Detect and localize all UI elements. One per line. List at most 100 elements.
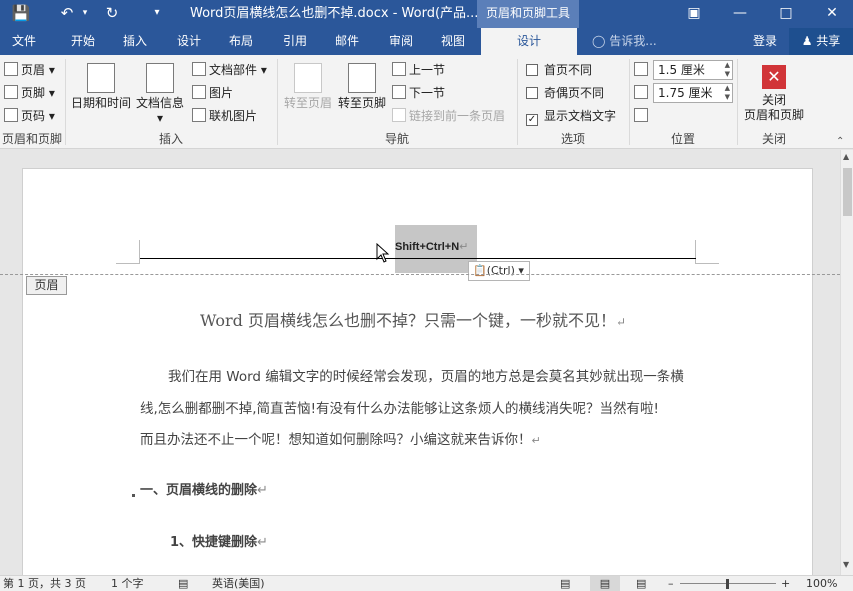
spin-arrows-icon[interactable]: ▲ ▼ [725, 84, 730, 102]
header-dropdown[interactable]: 页眉 ▾ [4, 59, 55, 81]
goto-footer-button[interactable]: 转至页脚 [336, 63, 388, 111]
share-button[interactable]: ♟ 共享 [789, 28, 853, 55]
web-layout-icon[interactable]: ▤ [636, 576, 646, 591]
group-label-options: 选项 [560, 132, 585, 146]
tab-review[interactable]: 审阅 [376, 28, 426, 55]
minimize-button[interactable]: — [717, 0, 763, 28]
paragraph-line[interactable]: 我们在用 Word 编辑文字的时候经常会发现，页眉的地方总是会莫名其妙就出现一条… [168, 365, 684, 385]
ribbon-display-icon[interactable]: ▣ [671, 0, 717, 28]
paste-options-button[interactable]: 📋(Ctrl) ▾ [468, 261, 530, 281]
header-border-line [140, 258, 696, 259]
header-tag: 页眉 [26, 276, 67, 295]
calendar-icon [87, 63, 115, 93]
tab-file[interactable]: 文件 [0, 28, 48, 55]
header-icon [4, 62, 18, 76]
previous-section-button[interactable]: 上一节 [392, 59, 445, 81]
context-tools-label: 页眉和页脚工具 [477, 0, 579, 28]
print-layout-icon[interactable]: ▤ [590, 576, 620, 591]
group-label-close: 关闭 [761, 132, 786, 146]
vertical-scrollbar[interactable]: ▲ ▼ [840, 150, 853, 575]
scroll-down-icon[interactable]: ▼ [843, 560, 849, 569]
customize-qat-icon[interactable]: ▾ [148, 0, 166, 28]
redo-icon[interactable]: ↻ [100, 0, 124, 28]
group-label-hf: 页眉和页脚 [1, 132, 62, 146]
heading-2[interactable]: 1、快捷键删除↵ [170, 531, 268, 550]
proofing-icon[interactable]: ▤ [178, 576, 188, 591]
checkbox-unchecked [526, 87, 538, 99]
doc-parts-icon [192, 62, 206, 76]
goto-header-button[interactable]: 转至页眉 [282, 63, 334, 111]
tab-mailings[interactable]: 邮件 [322, 28, 372, 55]
person-icon: ♟ [801, 34, 813, 48]
undo-dropdown-icon[interactable]: ▾ [80, 0, 90, 28]
paragraph-line[interactable]: 而且办法还不止一个呢！想知道如何删除吗？小编这就来告诉你！↵ [140, 428, 541, 448]
close-window-button[interactable]: ✕ [809, 0, 853, 28]
page-number-icon [4, 108, 18, 122]
zoom-slider-thumb[interactable] [726, 579, 729, 589]
scroll-up-icon[interactable]: ▲ [843, 152, 849, 161]
doc-parts-dropdown[interactable]: 文档部件 ▾ [192, 59, 267, 81]
tab-design[interactable]: 设计 [164, 28, 214, 55]
paragraph-line[interactable]: 线,怎么删都删不掉,简直苦恼!有没有什么办法能够让这条烦人的横线消失呢？当然有啦… [140, 397, 659, 417]
maximize-button[interactable]: □ [763, 0, 809, 28]
heading-1[interactable]: 一、页眉横线的删除↵ [140, 479, 268, 498]
tab-layout[interactable]: 布局 [216, 28, 266, 55]
header-selected-text[interactable]: Shift+Ctrl+N↵ [395, 240, 468, 253]
corner-mark [116, 240, 140, 264]
group-label-insert: 插入 [158, 132, 183, 146]
tab-hf-design[interactable]: 设计 [481, 28, 577, 55]
page-number-dropdown[interactable]: 页码 ▾ [4, 105, 55, 127]
header-position-icon [634, 59, 650, 81]
group-label-position: 位置 [670, 132, 695, 146]
spin-arrows-icon[interactable]: ▲ ▼ [725, 61, 730, 79]
footer-position-icon [634, 82, 650, 104]
tab-insert[interactable]: 插入 [110, 28, 160, 55]
undo-icon[interactable]: ↶ [54, 0, 80, 28]
word-count[interactable]: 1 个字 [111, 576, 144, 591]
share-label: 共享 [816, 34, 841, 48]
language-indicator[interactable]: 英语(美国) [212, 576, 265, 591]
online-picture-button[interactable]: 联机图片 [192, 105, 257, 127]
close-header-footer-button[interactable]: ✕ 关闭 页眉和页脚 [742, 65, 806, 123]
insert-alignment-tab-icon[interactable] [634, 105, 650, 127]
zoom-out-icon[interactable]: – [668, 576, 674, 591]
next-section-button[interactable]: 下一节 [392, 82, 445, 104]
lightbulb-icon: ◯ [592, 34, 606, 48]
tab-home[interactable]: 开始 [58, 28, 108, 55]
ribbon: 页眉 ▾ 页脚 ▾ 页码 ▾ 页眉和页脚 日期和时间 文档信息 ▾ 文档部件 ▾ … [0, 55, 853, 149]
checkmark-icon: ✓ [526, 114, 538, 126]
picture-button[interactable]: 图片 [192, 82, 233, 104]
zoom-in-icon[interactable]: + [781, 576, 790, 591]
link-to-previous-button[interactable]: 链接到前一条页眉 [392, 105, 505, 127]
read-mode-icon[interactable]: ▤ [560, 576, 570, 591]
header-boundary-line [0, 274, 840, 275]
footer-dropdown[interactable]: 页脚 ▾ [4, 82, 55, 104]
tab-view[interactable]: 视图 [428, 28, 478, 55]
tell-me-text: 告诉我... [609, 34, 657, 48]
show-doc-text-checkbox[interactable]: ✓ 显示文档文字 [526, 105, 616, 127]
corner-mark [695, 240, 719, 264]
odd-even-different-checkbox[interactable]: 奇偶页不同 [526, 82, 604, 104]
scroll-thumb[interactable] [843, 168, 852, 216]
zoom-level[interactable]: 100% [806, 576, 837, 591]
date-time-button[interactable]: 日期和时间 [70, 63, 132, 111]
first-page-different-checkbox[interactable]: 首页不同 [526, 59, 592, 81]
tell-me-box[interactable]: ◯ 告诉我... [592, 28, 657, 55]
status-bar: 第 1 页，共 3 页 1 个字 ▤ 英语(美国) ▤ ▤ ▤ – + 100% [0, 575, 853, 591]
picture-icon [192, 85, 206, 99]
checkbox-unchecked [526, 64, 538, 76]
online-picture-icon [192, 108, 206, 122]
goto-header-icon [294, 63, 322, 93]
document-area: Shift+Ctrl+N↵ 📋(Ctrl) ▾ 页眉 Word 页眉横线怎么也删… [0, 150, 840, 575]
tab-references[interactable]: 引用 [270, 28, 320, 55]
ribbon-tabs: 文件 开始 插入 设计 布局 引用 邮件 审阅 视图 设计 ◯ 告诉我... 登… [0, 28, 853, 55]
page-count[interactable]: 第 1 页，共 3 页 [3, 576, 86, 591]
header-position-input[interactable]: 1.5 厘米 ▲ ▼ [653, 60, 733, 80]
title-bar: 💾 ↶ ▾ ↻ ▾ Word页眉横线怎么也删不掉.docx - Word(产品.… [0, 0, 853, 28]
doc-info-button[interactable]: 文档信息 ▾ [134, 63, 186, 126]
login-link[interactable]: 登录 [753, 28, 777, 55]
footer-position-input[interactable]: 1.75 厘米 ▲ ▼ [653, 83, 733, 103]
previous-icon [392, 62, 406, 76]
document-title[interactable]: Word 页眉横线怎么也删不掉？只需一个键，一秒就不见！↵ [200, 307, 626, 331]
save-icon[interactable]: 💾 [10, 0, 32, 28]
